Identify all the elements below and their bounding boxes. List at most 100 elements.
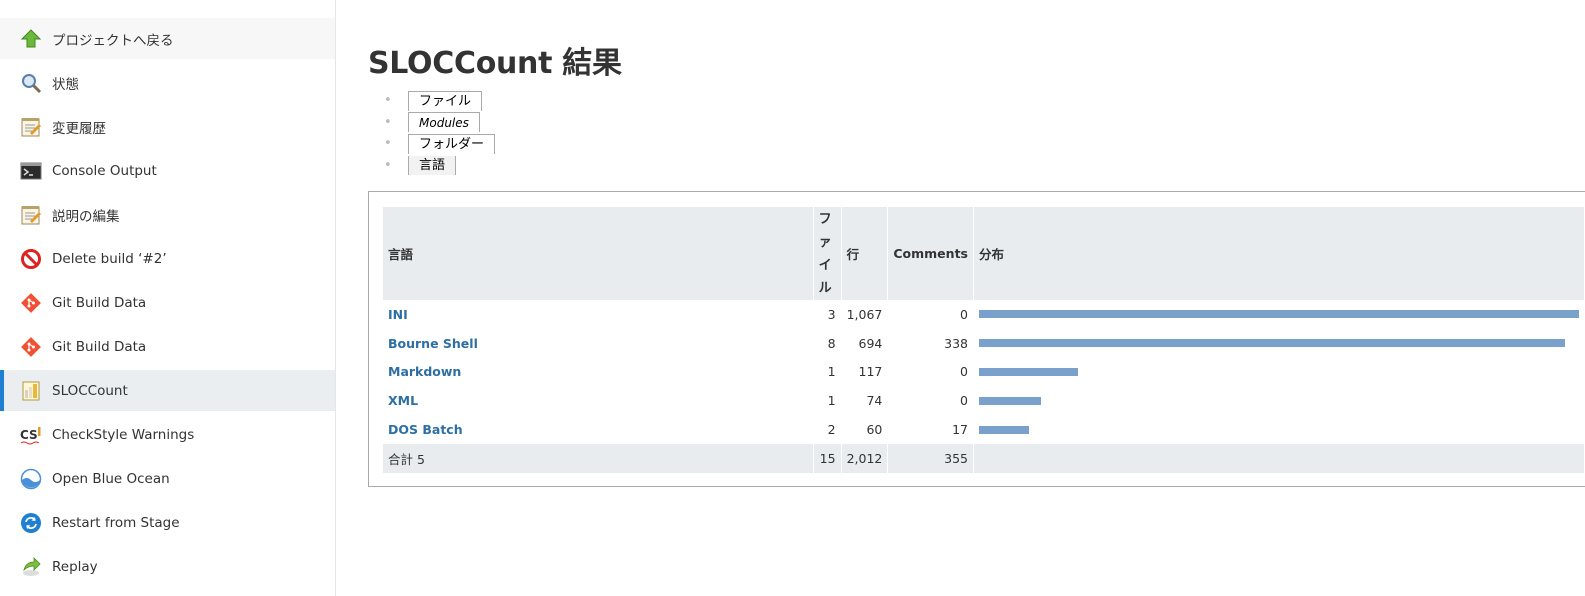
tab-modules: Modules xyxy=(384,112,495,134)
sidebar-item-label: Open Blue Ocean xyxy=(52,470,170,487)
terminal-icon xyxy=(20,160,42,182)
files-cell: 1 xyxy=(814,357,842,387)
header-language[interactable]: 言語 xyxy=(383,207,814,300)
comments-cell: 0 xyxy=(888,386,974,416)
git-icon xyxy=(20,336,42,358)
sidebar-item-checkstyle-warnings[interactable]: CS CheckStyle Warnings xyxy=(0,414,335,455)
language-cell: XML xyxy=(383,386,814,416)
total-files: 15 xyxy=(813,443,842,473)
sidebar-item-changes[interactable]: 変更履歴 xyxy=(0,106,335,147)
table-row: Bourne Shell 8 694 338 xyxy=(383,328,1585,358)
language-link-markdown[interactable]: Markdown xyxy=(388,364,461,379)
distribution-bar xyxy=(978,310,1579,319)
up-arrow-icon xyxy=(20,28,42,50)
notepad-icon xyxy=(20,204,42,226)
comments-cell: 0 xyxy=(888,300,974,329)
magnifier-icon xyxy=(20,72,42,94)
language-link-xml[interactable]: XML xyxy=(388,393,418,408)
comments-cell: 0 xyxy=(888,357,974,387)
distribution-bar xyxy=(978,367,1078,376)
sidebar-item-delete-build[interactable]: Delete build ‘#2’ xyxy=(0,238,335,279)
sidebar-item-label: Restart from Stage xyxy=(52,514,180,531)
table-row: INI 3 1,067 0 xyxy=(383,300,1585,329)
lines-cell: 694 xyxy=(842,328,889,358)
sidebar-item-label: Git Build Data xyxy=(52,294,147,311)
svg-text:CS: CS xyxy=(20,428,38,442)
sidebar-item-label: 変更履歴 xyxy=(52,120,106,137)
header-distribution[interactable]: 分布 xyxy=(973,207,1585,300)
total-comments: 355 xyxy=(888,443,974,473)
lines-cell: 117 xyxy=(842,357,889,387)
header-files-char: ァ xyxy=(818,234,832,250)
header-files-char: フ xyxy=(818,211,832,227)
header-files-char: ル xyxy=(818,280,832,296)
distribution-cell xyxy=(974,415,1585,444)
total-label: 合計 5 xyxy=(383,443,814,473)
files-cell: 2 xyxy=(814,415,842,444)
sidebar-item-status[interactable]: 状態 xyxy=(0,62,335,103)
sidebar-item-git-build-data-2[interactable]: Git Build Data xyxy=(0,326,335,367)
sidebar-item-label: 説明の編集 xyxy=(52,208,120,225)
language-link-ini[interactable]: INI xyxy=(388,307,408,322)
header-comments[interactable]: Comments xyxy=(888,207,974,300)
lines-cell: 74 xyxy=(842,386,889,416)
sidebar-item-label: プロジェクトへ戻る xyxy=(52,32,174,49)
header-files[interactable]: フ ァ イ ル xyxy=(813,207,842,300)
tab-languages: 言語 xyxy=(384,155,495,177)
sidebar-item-restart-from-stage[interactable]: Restart from Stage xyxy=(0,502,335,543)
comments-cell: 338 xyxy=(888,328,974,358)
sidebar-item-console-output[interactable]: Console Output xyxy=(0,150,335,191)
language-cell: DOS Batch xyxy=(383,415,814,444)
distribution-bar xyxy=(978,425,1030,434)
sidebar-item-open-blue-ocean[interactable]: Open Blue Ocean xyxy=(0,458,335,499)
files-cell: 8 xyxy=(814,328,842,358)
tab-languages-link[interactable]: 言語 xyxy=(408,155,457,175)
distribution-cell xyxy=(974,300,1585,329)
distribution-cell xyxy=(974,357,1585,387)
sidebar-item-replay[interactable]: Replay xyxy=(0,546,335,587)
files-cell: 1 xyxy=(814,386,842,416)
total-row: 合計 5 15 2,012 355 xyxy=(383,443,1585,473)
language-link-bourne-shell[interactable]: Bourne Shell xyxy=(388,336,478,351)
lines-cell: 60 xyxy=(842,415,889,444)
no-entry-icon xyxy=(20,248,42,270)
lines-cell: 1,067 xyxy=(842,300,889,329)
table-row: DOS Batch 2 60 17 xyxy=(383,415,1585,444)
distribution-cell xyxy=(974,328,1585,358)
sloccount-icon xyxy=(20,380,42,402)
header-lines[interactable]: 行 xyxy=(841,207,889,300)
sidebar-item-label: 状態 xyxy=(52,76,79,93)
language-cell: Markdown xyxy=(383,357,814,387)
files-cell: 3 xyxy=(814,300,842,329)
table-header-row: 言語 フ ァ イ ル 行 Comments 分布 xyxy=(383,207,1585,300)
tab-folders-link[interactable]: フォルダー xyxy=(408,133,496,154)
sidebar-item-label: SLOCCount xyxy=(52,382,128,399)
sidebar-item-label: Console Output xyxy=(52,162,157,179)
sidebar: プロジェクトへ戻る 状態 変更履歴 Console Output 説明の編集 D… xyxy=(0,0,336,596)
git-icon xyxy=(20,292,42,314)
restart-icon xyxy=(20,512,42,534)
sidebar-item-label: Delete build ‘#2’ xyxy=(52,250,167,267)
sidebar-item-label: CheckStyle Warnings xyxy=(52,426,195,443)
tab-files-link[interactable]: ファイル xyxy=(408,90,483,111)
sidebar-item-sloccount[interactable]: SLOCCount xyxy=(0,370,335,411)
sidebar-item-edit-description[interactable]: 説明の編集 xyxy=(0,194,335,235)
header-files-char: イ xyxy=(818,257,832,273)
tab-files: ファイル xyxy=(384,90,495,112)
comments-cell: 17 xyxy=(888,415,974,444)
tab-modules-link[interactable]: Modules xyxy=(408,112,480,133)
page-title: SLOCCount 結果 xyxy=(368,46,622,81)
tab-folders: フォルダー xyxy=(384,133,496,155)
language-link-dos-batch[interactable]: DOS Batch xyxy=(388,422,463,437)
table-row: Markdown 1 117 0 xyxy=(383,357,1585,387)
sidebar-item-git-build-data-1[interactable]: Git Build Data xyxy=(0,282,335,323)
report-tabs: ファイル Modules フォルダー 言語 xyxy=(384,90,496,177)
distribution-bar xyxy=(978,396,1042,405)
sidebar-item-label: Git Build Data xyxy=(52,338,147,355)
language-cell: INI xyxy=(383,300,814,329)
distribution-bar xyxy=(978,339,1565,348)
notepad-icon xyxy=(20,116,42,138)
sidebar-item-label: Replay xyxy=(52,558,98,575)
sidebar-item-back-to-project[interactable]: プロジェクトへ戻る xyxy=(0,18,335,59)
checkstyle-icon: CS xyxy=(20,424,42,446)
